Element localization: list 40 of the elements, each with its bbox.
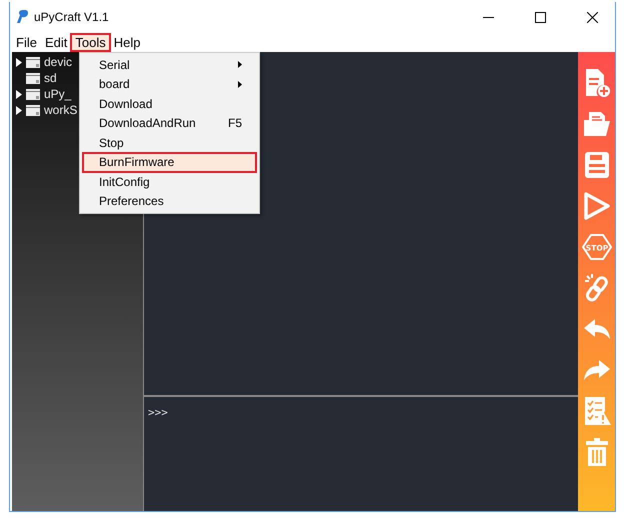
save-icon bbox=[584, 150, 610, 178]
menu-entry[interactable]: board bbox=[83, 74, 256, 94]
folder-icon bbox=[26, 72, 40, 84]
menu-item[interactable]: Edit bbox=[40, 34, 72, 50]
folder-icon bbox=[26, 56, 40, 68]
folder-icon bbox=[26, 88, 40, 100]
menu-entry[interactable]: Download bbox=[83, 94, 256, 114]
menu-item[interactable]: File bbox=[12, 34, 41, 50]
menu-item[interactable]: Tools bbox=[71, 34, 110, 50]
folder-icon bbox=[582, 110, 610, 138]
console-panel[interactable]: >>> bbox=[144, 397, 578, 511]
tree-item[interactable]: devic bbox=[44, 55, 72, 69]
console-prompt: >>> bbox=[148, 406, 168, 419]
tree-item[interactable]: uPy_ bbox=[44, 87, 72, 101]
minimize-icon bbox=[482, 16, 494, 18]
menu-entry[interactable]: Serial bbox=[83, 55, 256, 74]
expand-arrow-icon[interactable] bbox=[16, 106, 22, 114]
menu-entry[interactable]: InitConfig bbox=[83, 172, 256, 192]
menu-entry[interactable]: Stop bbox=[83, 133, 256, 152]
new-file-icon bbox=[584, 68, 610, 98]
trash-icon bbox=[584, 436, 608, 466]
undo-arrow-icon bbox=[582, 318, 610, 340]
app-logo-icon bbox=[16, 10, 28, 24]
redo-arrow-icon bbox=[582, 358, 610, 380]
menu-entry[interactable]: Preferences bbox=[83, 192, 256, 211]
expand-arrow-icon[interactable] bbox=[16, 58, 22, 66]
tree-item[interactable]: sd bbox=[44, 71, 57, 85]
close-icon bbox=[586, 12, 598, 22]
checklist-warning-icon bbox=[582, 396, 610, 426]
window-title: uPyCraft V1.1 bbox=[34, 10, 110, 24]
folder-icon bbox=[26, 104, 40, 116]
menu-entry[interactable]: BurnFirmware bbox=[83, 152, 256, 172]
maximize-icon bbox=[534, 12, 546, 22]
play-icon bbox=[584, 192, 610, 220]
expand-arrow-icon[interactable] bbox=[16, 90, 22, 98]
menu-entry[interactable]: DownloadAndRun F5 bbox=[83, 114, 256, 133]
chain-link-icon bbox=[584, 272, 610, 302]
menu-item[interactable]: Help bbox=[110, 34, 144, 50]
shortcut-label: F5 bbox=[228, 116, 242, 130]
tree-item[interactable]: workS bbox=[44, 103, 78, 117]
